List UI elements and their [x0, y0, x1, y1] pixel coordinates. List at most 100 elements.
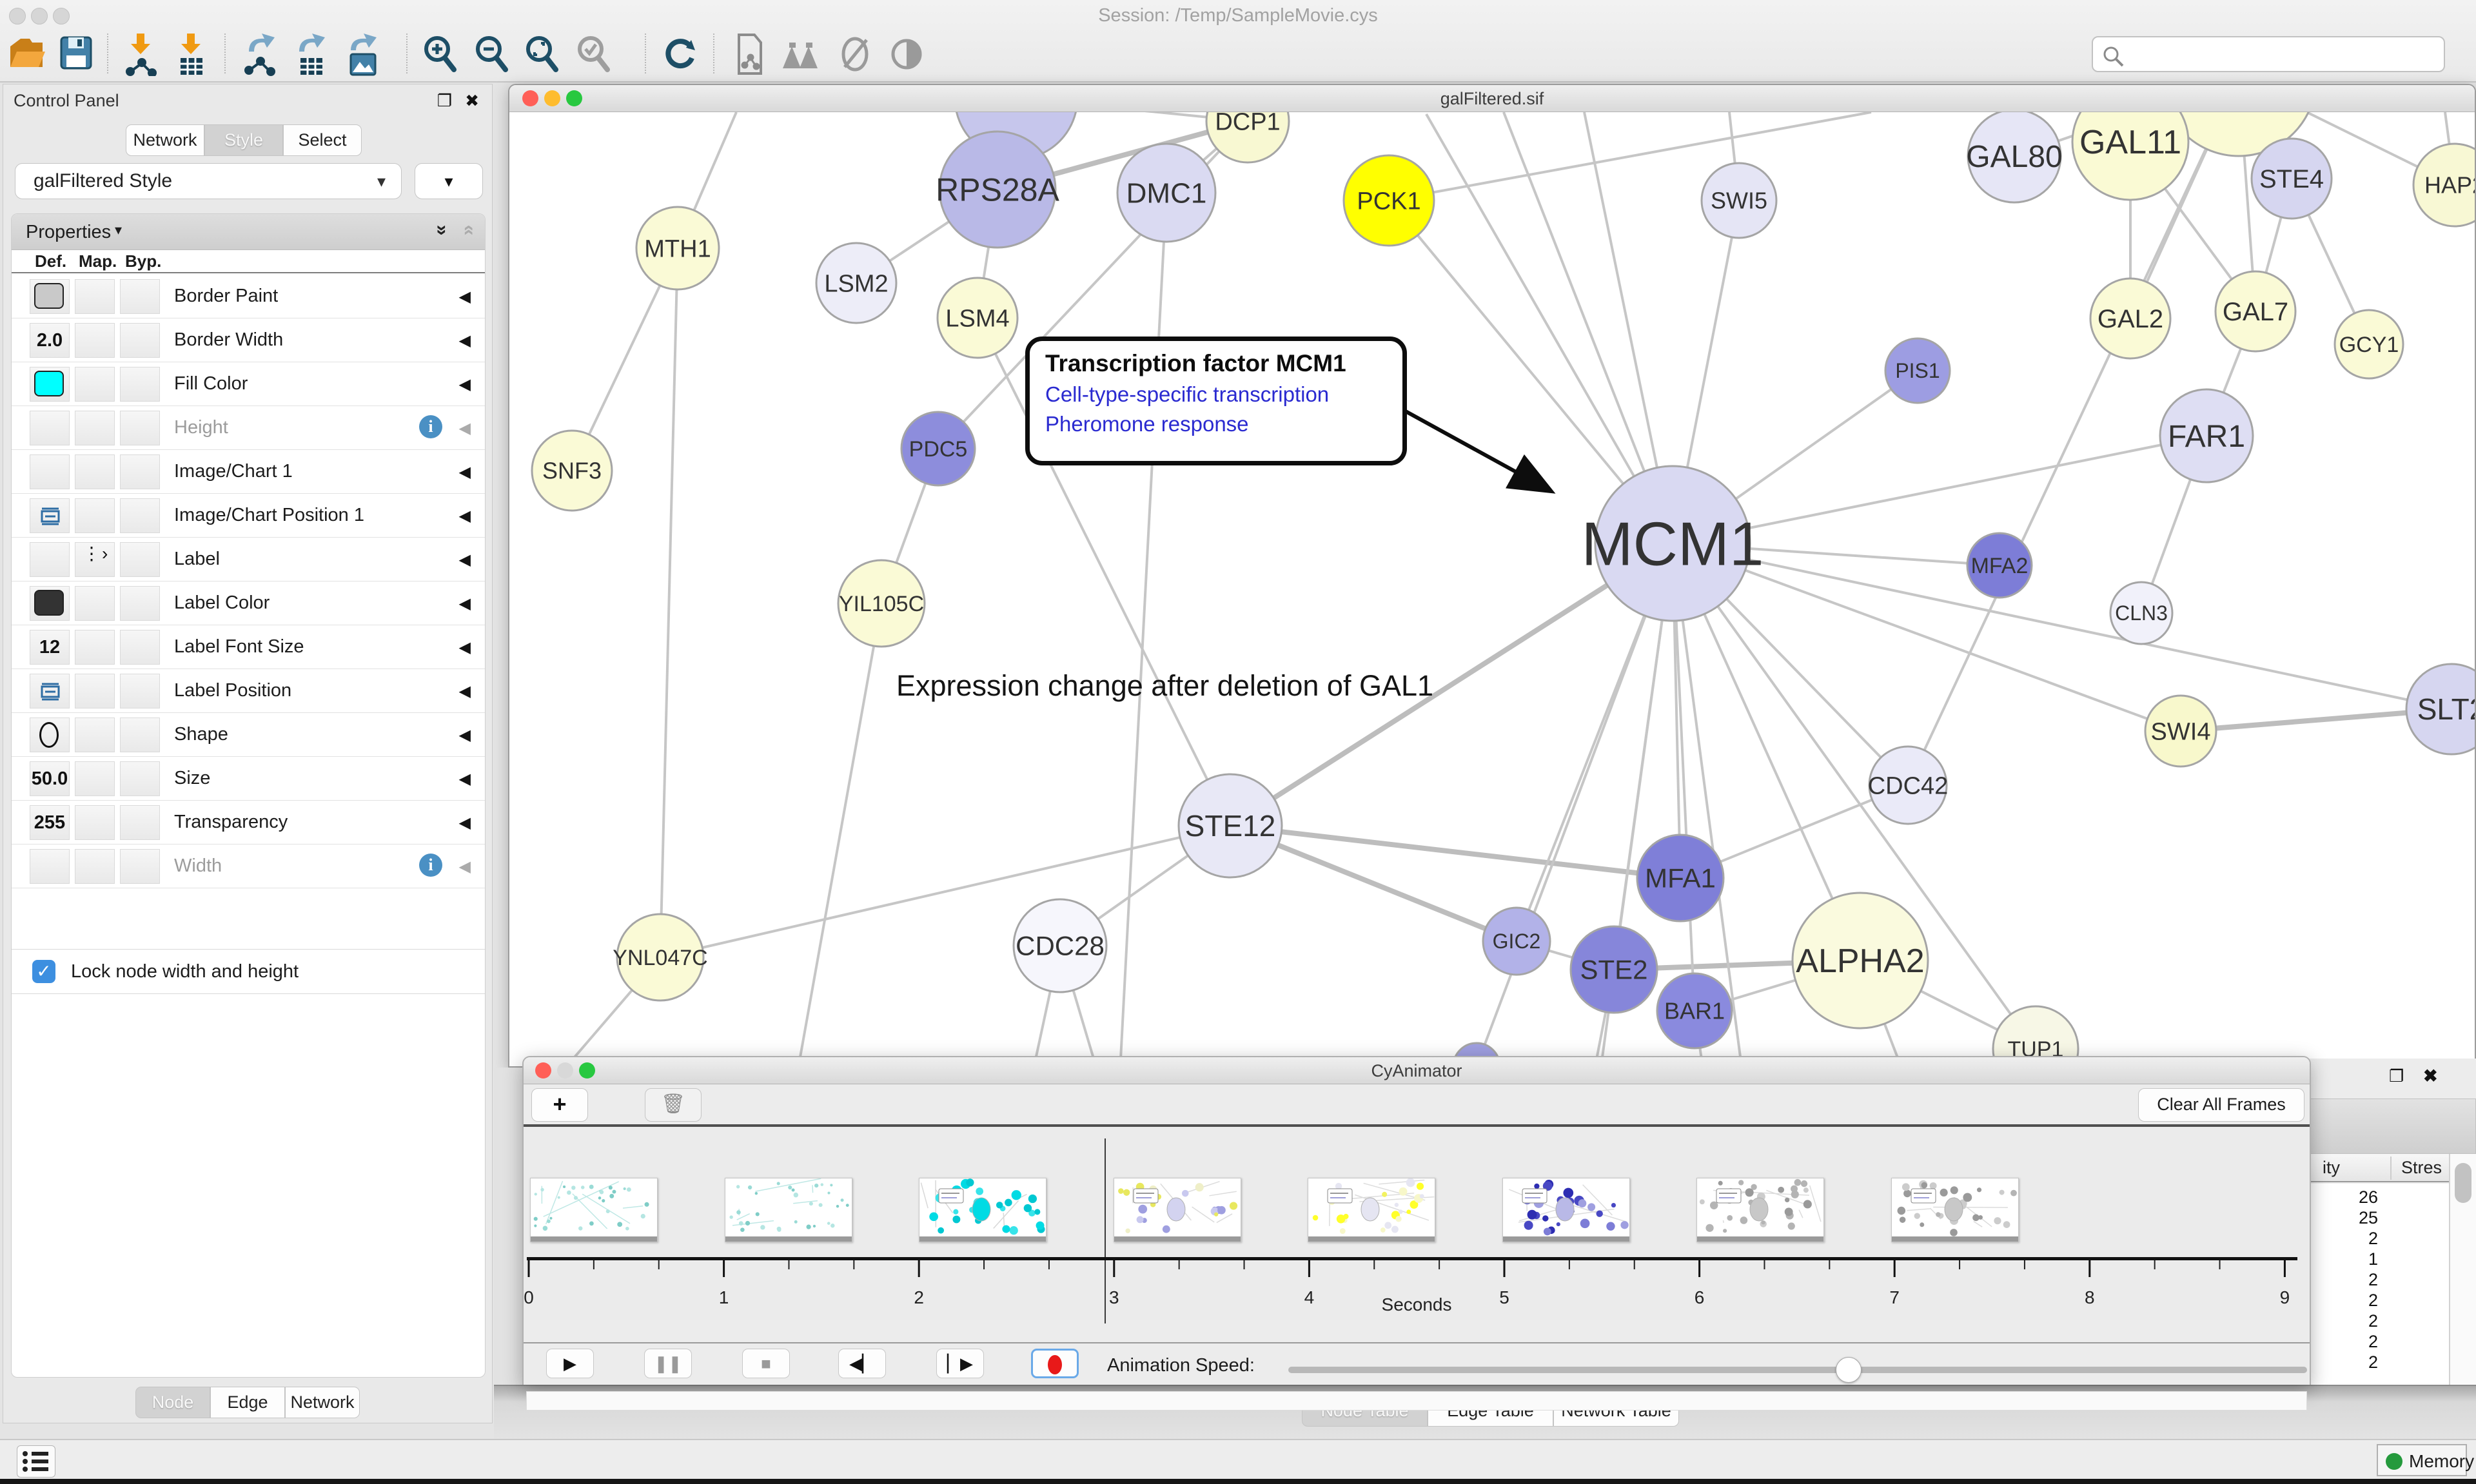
skip-to-start-button[interactable]: ◀▏ — [838, 1349, 886, 1378]
network-document-icon[interactable] — [731, 32, 769, 76]
mapping-cell[interactable] — [75, 367, 115, 402]
collapse-row-icon[interactable]: ◀ — [459, 288, 471, 306]
property-row-label-color[interactable]: Label Color◀ — [12, 581, 485, 625]
default-value-cell[interactable] — [30, 586, 70, 621]
collapse-row-icon[interactable]: ◀ — [459, 331, 471, 350]
property-row-transparency[interactable]: 255Transparency◀ — [12, 801, 485, 845]
default-value-cell[interactable] — [30, 718, 70, 752]
export-network-icon[interactable] — [242, 32, 280, 76]
network-node-lsm4[interactable]: LSM4 — [938, 278, 1017, 358]
property-row-image-chart-position-1[interactable]: Image/Chart Position 1◀ — [12, 494, 485, 538]
refresh-layout-icon[interactable] — [662, 32, 699, 76]
default-value-cell[interactable] — [30, 454, 70, 489]
mapping-cell[interactable] — [75, 411, 115, 445]
search-input[interactable] — [2130, 40, 2433, 68]
mapping-cell[interactable] — [75, 718, 115, 752]
import-network-icon[interactable] — [123, 32, 160, 76]
default-value-cell[interactable] — [30, 498, 70, 533]
open-session-icon[interactable] — [8, 32, 45, 76]
mapping-cell[interactable] — [75, 279, 115, 314]
frame-thumbnail-6[interactable] — [1502, 1178, 1630, 1242]
network-node-ste4[interactable]: STE4 — [2252, 139, 2332, 219]
network-node-gal80[interactable]: GAL80 — [1966, 112, 2062, 202]
property-row-width[interactable]: Widthi◀ — [12, 845, 485, 888]
collapse-row-icon[interactable]: ◀ — [459, 726, 471, 745]
property-row-border-width[interactable]: 2.0Border Width◀ — [12, 318, 485, 362]
delete-frame-button[interactable]: 🗑 — [645, 1088, 702, 1122]
export-table-icon[interactable] — [293, 32, 330, 76]
annotation-box[interactable]: Transcription factor MCM1 Cell-type-spec… — [1025, 337, 1407, 465]
mapping-cell[interactable] — [75, 454, 115, 489]
network-node-hap2[interactable]: HAP2 — [2413, 144, 2475, 226]
bypass-cell[interactable] — [120, 718, 160, 752]
float-panel-icon[interactable]: ❐ — [437, 91, 452, 111]
mapping-cell[interactable] — [75, 805, 115, 840]
collapse-row-icon[interactable]: ◀ — [459, 682, 471, 701]
network-node-mcm1[interactable]: MCM1 — [1582, 466, 1764, 621]
export-image-icon[interactable] — [344, 32, 382, 76]
network-node-cdc42[interactable]: CDC42 — [1868, 747, 1949, 824]
play-button[interactable]: ▶ — [546, 1349, 594, 1378]
float-panel-icon[interactable]: ❐ — [2389, 1066, 2404, 1086]
cyanimator-titlebar[interactable]: CyAnimator — [524, 1057, 2310, 1084]
collapse-row-icon[interactable]: ◀ — [459, 857, 471, 876]
column-header-ity[interactable]: ity — [2323, 1158, 2340, 1178]
network-node-dmc1[interactable]: DMC1 — [1117, 144, 1215, 242]
frame-thumbnail-1[interactable] — [530, 1178, 658, 1242]
network-node-yil105c[interactable]: YIL105C — [838, 560, 925, 647]
hide-graphics-icon[interactable] — [837, 32, 874, 76]
slider-thumb[interactable] — [1836, 1357, 1862, 1383]
network-node-mfa1[interactable]: MFA1 — [1637, 835, 1724, 921]
mapping-cell[interactable] — [75, 674, 115, 708]
column-header-stress[interactable]: Stres — [2401, 1158, 2442, 1178]
zoom-fit-icon[interactable] — [524, 32, 561, 76]
bypass-cell[interactable] — [120, 454, 160, 489]
default-value-cell[interactable]: 12 — [30, 630, 70, 665]
network-node-gic2[interactable]: GIC2 — [1483, 908, 1550, 975]
tab-network[interactable]: Network — [126, 124, 204, 156]
expand-all-icon[interactable]: » — [431, 225, 453, 236]
property-row-image-chart-1[interactable]: Image/Chart 1◀ — [12, 450, 485, 494]
tab-style[interactable]: Style — [204, 124, 283, 156]
network-node-gal2[interactable]: GAL2 — [2090, 278, 2170, 358]
network-node-lsm2[interactable]: LSM2 — [816, 243, 896, 323]
bypass-cell[interactable] — [120, 367, 160, 402]
property-row-size[interactable]: 50.0Size◀ — [12, 757, 485, 801]
default-value-cell[interactable] — [30, 367, 70, 402]
annotation-link[interactable]: Cell-type-specific transcription — [1045, 382, 1387, 407]
timeline[interactable]: 0123456789 Seconds — [524, 1127, 2310, 1320]
default-value-cell[interactable] — [30, 411, 70, 445]
network-node-pck1[interactable]: PCK1 — [1344, 155, 1434, 246]
import-table-icon[interactable] — [173, 32, 210, 76]
default-value-cell[interactable]: 255 — [30, 805, 70, 840]
close-panel-icon[interactable]: ✖ — [465, 91, 479, 111]
task-history-button[interactable] — [17, 1445, 55, 1478]
animation-speed-slider[interactable] — [1288, 1367, 2307, 1373]
property-row-label-position[interactable]: Label Position◀ — [12, 669, 485, 713]
style-options-button[interactable]: ▾ — [415, 163, 483, 199]
network-node-gcy1[interactable]: GCY1 — [2335, 310, 2403, 378]
record-button[interactable] — [1031, 1349, 1079, 1378]
mapping-cell[interactable] — [75, 630, 115, 665]
info-icon[interactable]: i — [419, 415, 442, 438]
memory-button[interactable]: Memory — [2377, 1444, 2467, 1476]
frame-thumbnail-5[interactable] — [1308, 1178, 1435, 1242]
bypass-cell[interactable] — [120, 674, 160, 708]
skip-to-end-button[interactable]: ▏▶ — [936, 1349, 984, 1378]
network-node-cdc28[interactable]: CDC28 — [1014, 899, 1106, 992]
network-node-bar1[interactable]: BAR1 — [1657, 973, 1732, 1048]
property-row-height[interactable]: Heighti◀ — [12, 406, 485, 450]
bypass-cell[interactable] — [120, 542, 160, 577]
network-node-swi4[interactable]: SWI4 — [2145, 696, 2216, 766]
clear-all-frames-button[interactable]: Clear All Frames — [2138, 1088, 2304, 1122]
tab-select[interactable]: Select — [283, 124, 362, 156]
network-node-swi5[interactable]: SWI5 — [1702, 163, 1776, 238]
network-node-ste12[interactable]: STE12 — [1179, 774, 1282, 877]
close-panel-icon[interactable]: ✖ — [2423, 1066, 2438, 1086]
network-node-slt2[interactable]: SLT2 — [2406, 664, 2475, 754]
collapse-all-icon[interactable]: » — [457, 225, 479, 236]
network-node-snf3[interactable]: SNF3 — [532, 431, 612, 511]
show-graphics-icon[interactable] — [889, 32, 926, 76]
network-node-cln3[interactable]: CLN3 — [2110, 582, 2172, 644]
zoom-in-icon[interactable] — [422, 32, 459, 76]
